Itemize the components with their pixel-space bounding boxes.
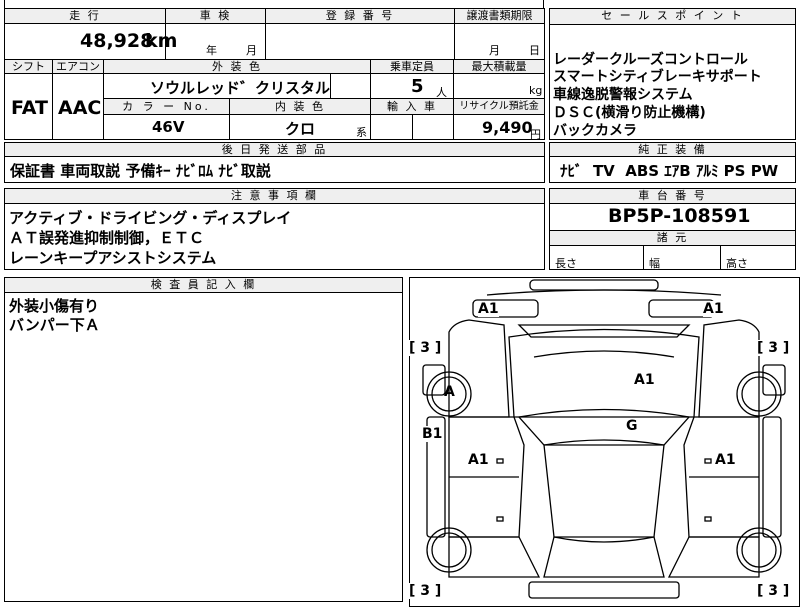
registration-header: 登 録 番 号 [265,8,455,24]
sales-line-3: 車線逸脱警報システム [553,87,693,103]
mark-door-right: A1 [715,452,736,468]
max-load-header: 最大積載量 [453,59,545,74]
mileage-value: 48,928 [80,30,154,52]
interior-color-value: クロ [285,120,316,138]
notes-line-3: レーンキープアシストシステム [9,249,217,267]
mark-rocker-left: B1 [422,426,443,442]
mark-front-right: A1 [703,301,724,317]
sales-line-2: スマートシティブレーキサポート [553,69,762,85]
import-cell-left [370,114,413,140]
color-no-value: 46V [152,118,185,136]
registration-cell [265,23,455,60]
transfer-month-unit: 月 [489,44,500,57]
capacity-value: 5 [411,76,424,97]
transfer-day-unit: 日 [529,44,540,57]
later-docs-header: 後 日 発 送 部 品 [4,142,545,157]
later-docs-value: 保証書 車両取説 予備ｷｰ ﾅﾋﾞﾛﾑ ﾅﾋﾞ取説 [10,162,271,180]
mark-fender-left: A [444,384,455,400]
mark-hood: A1 [634,372,655,388]
ac-header: エアコン [52,59,104,74]
inspector-cell [4,292,403,602]
exterior-color-code-cell [330,73,371,99]
specs-length-label: 長さ [555,257,577,270]
import-header: 輸 入 車 [370,98,454,115]
inspection-header: 車 検 [165,8,266,24]
transfer-deadline-header: 譲渡書類期限 [454,8,545,24]
recycle-header: リサイクル預託金 [453,98,545,115]
inspector-line-1: 外装小傷有り [9,297,100,315]
sales-line-4: ＤＳＣ(横滑り防止機構) [553,105,706,121]
inspection-year-unit: 年 [206,44,217,57]
notes-line-1: アクティブ・ドライビング・ディスプレイ [9,209,292,227]
import-cell-right [412,114,454,140]
notes-line-2: ＡＴ誤発進抑制制御，ＥＴＣ [9,229,205,247]
shift-header: シフト [4,59,53,74]
exterior-color-value: ソウルレッド゛クリスタル [150,79,331,97]
recycle-value: 9,490 [482,118,533,137]
specs-width-label: 幅 [649,257,660,270]
chassis-header: 車 台 番 号 [549,188,796,204]
mark-tire-rear-right: [ 3 ] [757,583,790,599]
chassis-number: BP5P-108591 [608,205,751,227]
inspector-header: 検 査 員 記 入 欄 [4,277,403,293]
sales-line-5: バックカメラ [553,123,637,139]
top-strip [4,0,544,8]
mark-tire-front-right: [ 3 ] [757,340,790,356]
interior-color-suffix: 系 [356,126,367,139]
capacity-header: 乗車定員 [370,59,454,74]
mark-windshield: G [626,418,638,434]
mark-front-left: A1 [478,301,499,317]
recycle-unit: 円 [530,128,541,141]
genuine-header: 純 正 装 備 [549,142,796,157]
specs-header: 諸 元 [549,230,796,246]
inspector-line-2: バンパー下Ａ [9,316,100,334]
mark-door-left: A1 [468,452,489,468]
max-load-unit: kg [529,84,543,97]
interior-color-header: 内 装 色 [229,98,371,115]
inspection-month-unit: 月 [246,44,257,57]
shift-value: FAT [11,97,48,119]
mark-tire-front-left: [ 3 ] [409,340,442,356]
exterior-color-header: 外 装 色 [103,59,371,74]
ac-value: AAC [58,97,102,119]
specs-height-label: 高さ [726,257,748,270]
color-no-header: カ ラ ー No. [103,98,230,115]
genuine-value: ﾅﾋﾞ TV ABS ｴｱB ｱﾙﾐ PS PW [560,162,779,180]
mileage-header: 走 行 [4,8,166,24]
mark-tire-rear-left: [ 3 ] [409,583,442,599]
notes-header: 注 意 事 項 欄 [4,188,545,204]
sales-header: セ ー ル ス ポ イ ン ト [549,8,796,25]
car-body-diagram [422,279,786,599]
